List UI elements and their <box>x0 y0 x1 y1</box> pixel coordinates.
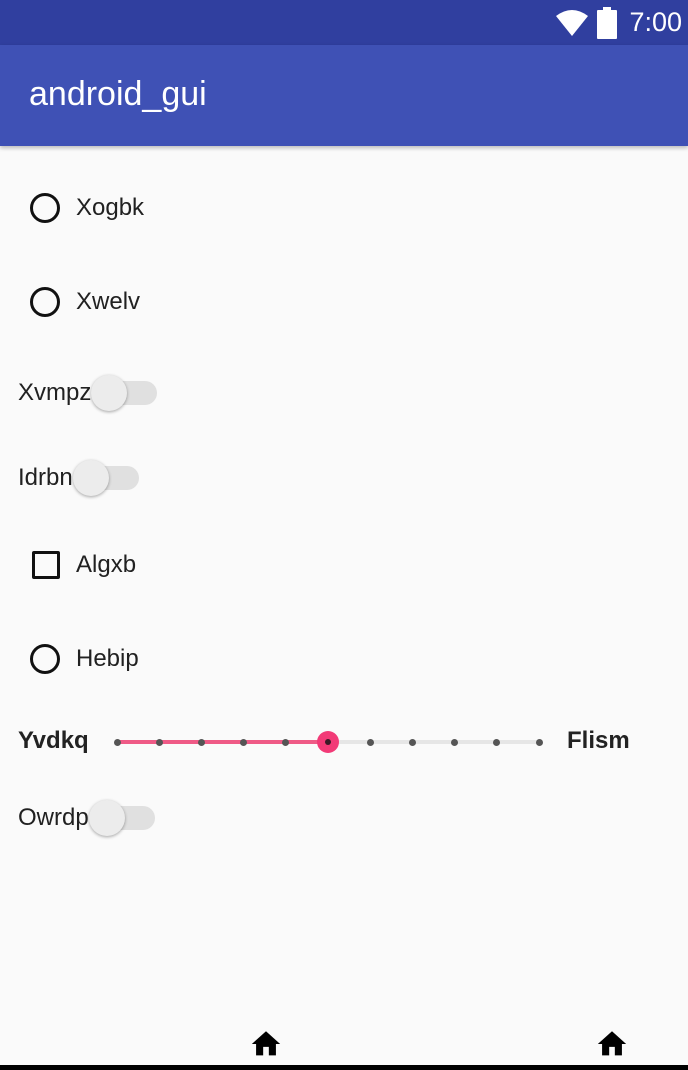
status-bar: 7:00 <box>0 0 688 45</box>
checkbox-label: Algxb <box>76 551 137 578</box>
seekbar-tick <box>366 739 374 746</box>
switch-xvmpz[interactable]: Xvmpz <box>18 375 158 411</box>
status-time: 7:00 <box>629 7 682 37</box>
seekbar-tick <box>113 739 121 746</box>
seekbar-tick <box>197 739 205 746</box>
seekbar-tick <box>155 739 163 746</box>
checkbox-algxb[interactable]: Algxb <box>0 551 136 579</box>
radio-label: Hebip <box>76 645 139 672</box>
switch-label: Idrbn <box>18 464 73 491</box>
wifi-icon <box>556 9 589 36</box>
seekbar-progress <box>117 740 328 744</box>
seekbar-tick <box>535 739 543 746</box>
switch-thumb[interactable] <box>91 375 128 411</box>
toggle-switch[interactable] <box>72 460 139 496</box>
seekbar-tick <box>493 739 501 746</box>
radio-button-circle[interactable] <box>30 287 60 317</box>
radio-button-circle[interactable] <box>30 193 60 223</box>
app-title: android_gui <box>29 75 207 113</box>
radio-label: Xogbk <box>76 194 145 221</box>
battery-icon <box>597 6 618 39</box>
checkbox-square[interactable] <box>32 551 60 579</box>
switch-label: Xvmpz <box>18 379 92 406</box>
seekbar-tick <box>451 739 459 746</box>
radio-xogbk[interactable]: Xogbk <box>0 193 144 223</box>
status-icons: 7:00 <box>555 0 682 45</box>
switch-label: Owrdp <box>18 804 89 831</box>
seekbar-tick <box>408 739 416 746</box>
switch-thumb[interactable] <box>72 460 109 496</box>
switch-thumb[interactable] <box>88 800 125 836</box>
bottom-edge <box>0 1065 688 1070</box>
toggle-switch[interactable] <box>91 375 158 411</box>
radio-xwelv[interactable]: Xwelv <box>0 287 140 317</box>
toggle-switch[interactable] <box>88 800 155 836</box>
radio-label: Xwelv <box>76 288 141 315</box>
home-icon[interactable] <box>248 1027 284 1061</box>
seekbar-tick <box>282 739 290 746</box>
seekbar-thumb[interactable] <box>317 731 339 753</box>
radio-button-circle[interactable] <box>30 644 60 674</box>
seekbar[interactable] <box>113 731 543 753</box>
radio-hebip[interactable]: Hebip <box>0 644 139 674</box>
switch-owrdp[interactable]: Owrdp <box>18 800 155 836</box>
app-bar: android_gui <box>0 45 688 146</box>
seekbar-left-label: Yvdkq <box>18 727 89 754</box>
home-icon[interactable] <box>594 1027 630 1061</box>
switch-idrbn[interactable]: Idrbn <box>18 460 139 496</box>
seekbar-right-label: Flism <box>567 727 630 754</box>
seekbar-tick <box>240 739 248 746</box>
